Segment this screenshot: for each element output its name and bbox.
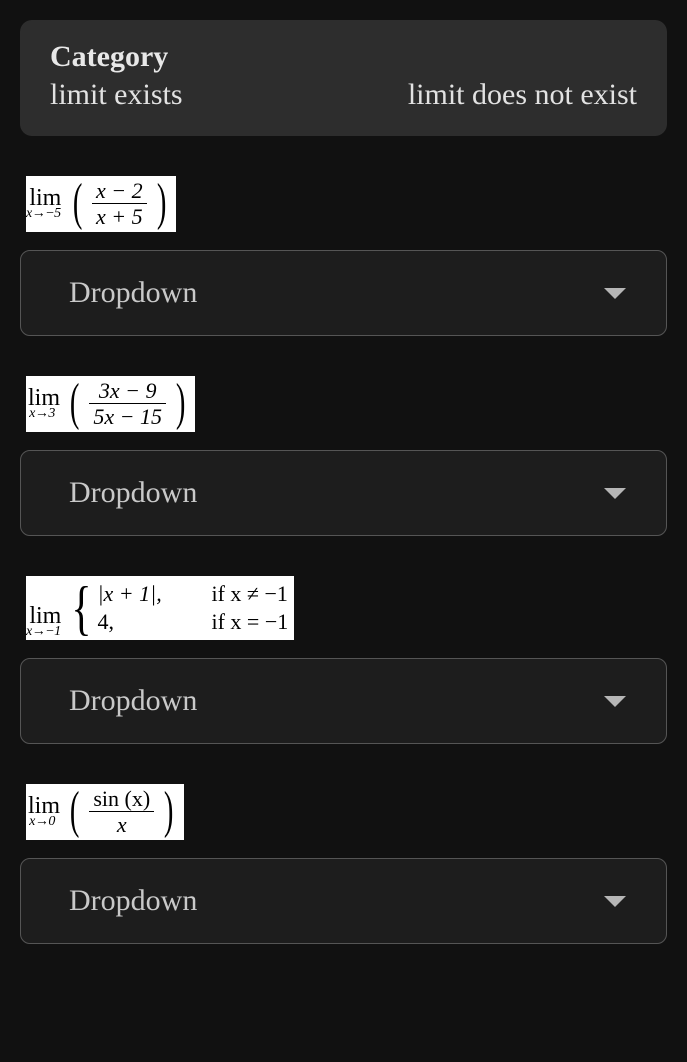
numerator: x − 2 (92, 179, 147, 204)
lim-sub: x→0 (26, 814, 58, 830)
lim-label: lim (28, 608, 63, 624)
category-title: Category (50, 40, 637, 74)
category-dropdown[interactable]: Dropdown (20, 250, 667, 336)
limit-expression: lim x→−5 ( x − 2 x + 5 ) (26, 176, 176, 232)
category-dropdown[interactable]: Dropdown (20, 858, 667, 944)
limit-expression: lim x→−1 { |x + 1|, if x ≠ −1 4, if x = … (26, 576, 294, 640)
numerator: sin (x) (89, 787, 154, 812)
paren-close: ) (157, 177, 167, 229)
paren-close: ) (164, 785, 174, 837)
limit-expression: lim x→3 ( 3x − 9 5x − 15 ) (26, 376, 195, 432)
denominator: 5x − 15 (89, 404, 166, 430)
dropdown-placeholder: Dropdown (69, 684, 197, 718)
chevron-down-icon (604, 288, 626, 299)
denominator: x (89, 812, 154, 838)
category-header: Category limit exists limit does not exi… (20, 20, 667, 136)
paren-open: ( (70, 377, 80, 429)
problem-item: lim x→0 ( sin (x) x ) Dropdown (20, 784, 667, 944)
lim-sub: x→3 (26, 406, 58, 422)
paren-open: ( (73, 177, 83, 229)
brace-icon: { (71, 584, 91, 632)
denominator: x + 5 (92, 204, 147, 230)
chevron-down-icon (604, 896, 626, 907)
lim-label: lim (28, 190, 63, 206)
paren-close: ) (176, 377, 186, 429)
paren-open: ( (70, 785, 80, 837)
dropdown-placeholder: Dropdown (69, 276, 197, 310)
dropdown-placeholder: Dropdown (69, 884, 197, 918)
category-dropdown[interactable]: Dropdown (20, 450, 667, 536)
category-option-exists: limit exists (50, 78, 183, 112)
dropdown-placeholder: Dropdown (69, 476, 197, 510)
lim-label: lim (28, 798, 60, 814)
numerator: 3x − 9 (89, 379, 166, 404)
piecewise-cond: if x ≠ −1 (205, 580, 287, 608)
piecewise-expr: 4, (97, 608, 205, 636)
piecewise-cond: if x = −1 (205, 608, 288, 636)
lim-sub: x→−1 (26, 624, 61, 640)
limit-expression: lim x→0 ( sin (x) x ) (26, 784, 184, 840)
lim-label: lim (28, 390, 60, 406)
piecewise-expr: |x + 1|, (97, 580, 205, 608)
category-dropdown[interactable]: Dropdown (20, 658, 667, 744)
chevron-down-icon (604, 488, 626, 499)
problem-item: lim x→−5 ( x − 2 x + 5 ) Dropdown (20, 176, 667, 336)
chevron-down-icon (604, 696, 626, 707)
problem-item: lim x→3 ( 3x − 9 5x − 15 ) Dropdown (20, 376, 667, 536)
lim-sub: x→−5 (26, 206, 61, 222)
problem-item: lim x→−1 { |x + 1|, if x ≠ −1 4, if x = … (20, 576, 667, 744)
category-option-not-exist: limit does not exist (408, 78, 637, 112)
